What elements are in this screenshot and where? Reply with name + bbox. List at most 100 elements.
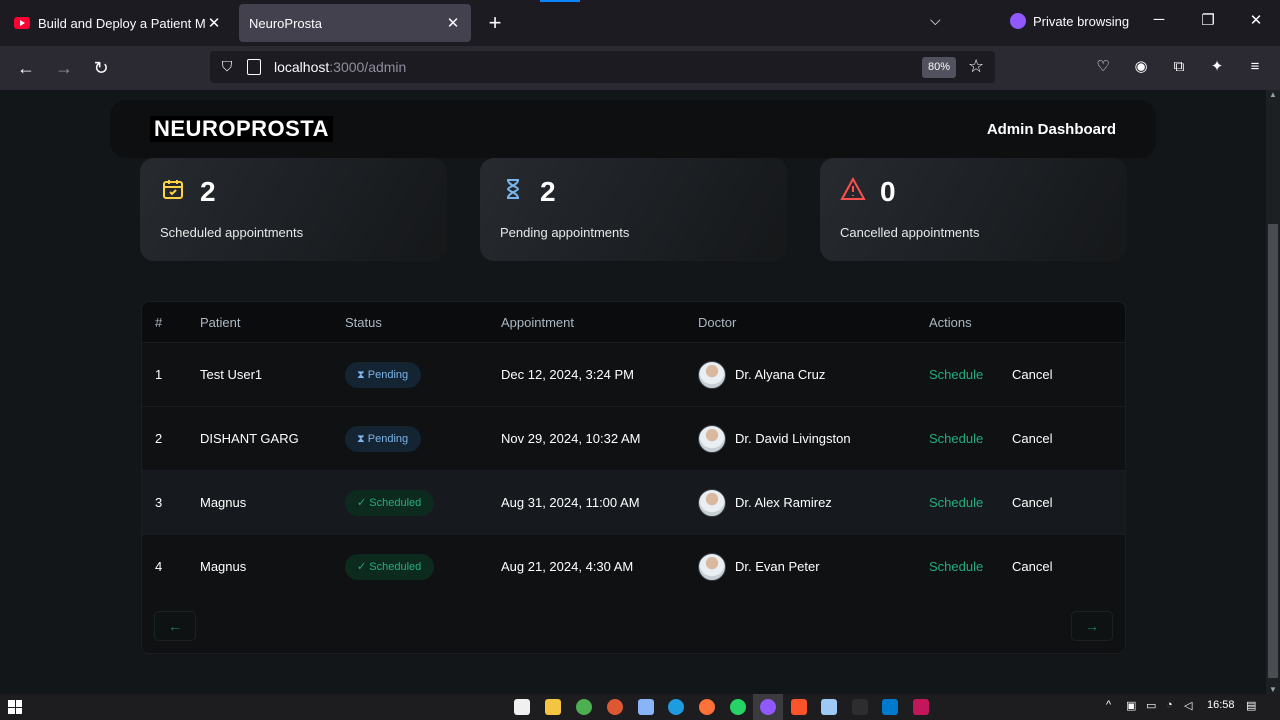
cancel-button[interactable]: Cancel — [1012, 431, 1052, 446]
patient-name: Magnus — [200, 495, 247, 510]
new-tab-button[interactable]: + — [484, 10, 506, 36]
duckduckgo-icon[interactable] — [607, 699, 623, 715]
address-bar[interactable]: ⛉ localhost:3000/admin — [210, 51, 995, 83]
close-tab-icon[interactable]: ✕ — [206, 14, 222, 32]
previous-page-button[interactable]: ← — [154, 611, 196, 641]
stat-label: Pending appointments — [500, 225, 630, 240]
appointment-date: Aug 31, 2024, 11:00 AM — [501, 495, 640, 510]
page-info-icon[interactable] — [247, 59, 261, 75]
file-explorer-icon[interactable] — [545, 699, 561, 715]
notepad-icon[interactable] — [821, 699, 837, 715]
wifi-icon[interactable]: ◔ — [1166, 699, 1173, 711]
notifications-icon[interactable]: ▤ — [1246, 699, 1256, 712]
vscode-icon[interactable] — [882, 699, 898, 715]
row-number: 4 — [155, 559, 163, 574]
library-app-icon[interactable] — [638, 699, 654, 715]
taskbar-app-icon[interactable] — [514, 699, 530, 715]
next-page-button[interactable]: → — [1071, 611, 1113, 641]
firefox-icon[interactable] — [699, 699, 715, 715]
col-header-patient: Patient — [200, 315, 241, 330]
col-header-appointment: Appointment — [501, 315, 574, 330]
status-badge: ⧗ Pending — [345, 362, 422, 388]
terminal-icon[interactable] — [852, 699, 868, 715]
close-tab-icon[interactable]: ✕ — [445, 14, 461, 32]
private-label: Private browsing — [1033, 13, 1130, 29]
clock-time[interactable]: 16:58 — [1207, 699, 1235, 711]
volume-icon[interactable]: ◁ — [1184, 699, 1192, 712]
youtube-icon — [14, 17, 30, 29]
bookmark-star-icon[interactable]: ☆ — [968, 56, 984, 77]
check-icon: ✓ — [357, 561, 370, 573]
schedule-button[interactable]: Schedule — [929, 431, 983, 446]
cancel-button[interactable]: Cancel — [1012, 367, 1052, 382]
row-number: 2 — [155, 431, 163, 446]
appointment-date: Dec 12, 2024, 3:24 PM — [501, 367, 634, 382]
show-hidden-icons[interactable]: ^ — [1106, 699, 1111, 711]
page-title: Admin Dashboard — [986, 121, 1116, 138]
page-scrollbar[interactable]: ▲ ▼ — [1266, 90, 1280, 694]
tray-app-icon[interactable]: ▣ — [1126, 699, 1136, 712]
status-badge: ✓ Scheduled — [345, 490, 435, 516]
restore-button[interactable]: ❐ — [1196, 11, 1220, 35]
tab-neuroprosta[interactable]: NeuroProsta ✕ — [239, 4, 471, 42]
stat-label: Scheduled appointments — [160, 225, 304, 240]
taskbar-app-icon[interactable] — [913, 699, 929, 715]
col-header-status: Status — [345, 315, 382, 330]
windows-start-icon[interactable] — [8, 700, 22, 714]
stat-card-cancelled: 0 Cancelled appointments — [820, 158, 1127, 261]
doctor-name: Dr. Alex Ramirez — [735, 495, 832, 510]
app-logo[interactable]: NEUROPROSTA — [150, 116, 333, 142]
tab-title: Build and Deploy a Patient Mana — [38, 15, 206, 31]
hourglass-icon — [500, 177, 526, 203]
col-header-number: # — [155, 315, 163, 330]
edge-icon[interactable] — [668, 699, 684, 715]
patient-name: Test User1 — [200, 367, 263, 382]
check-icon: ✓ — [357, 497, 370, 509]
row-number: 3 — [155, 495, 163, 510]
list-all-tabs-icon[interactable]: ⌵ — [930, 12, 948, 32]
close-window-button[interactable]: ✕ — [1244, 11, 1268, 35]
schedule-button[interactable]: Schedule — [929, 559, 983, 574]
url-text[interactable]: localhost:3000/admin — [274, 59, 406, 75]
schedule-button[interactable]: Schedule — [929, 495, 983, 510]
stat-count: 2 — [540, 176, 556, 207]
cancel-button[interactable]: Cancel — [1012, 559, 1052, 574]
hourglass-icon: ⧗ — [357, 433, 368, 445]
account-icon[interactable]: ◉ — [1132, 58, 1150, 76]
table-row: 4 Magnus ✓ Scheduled Aug 21, 2024, 4:30 … — [142, 534, 1125, 598]
tab-youtube[interactable]: Build and Deploy a Patient Mana ✕ — [4, 4, 232, 42]
stat-card-scheduled: 2 Scheduled appointments — [140, 158, 447, 261]
status-badge: ⧗ Pending — [345, 426, 422, 452]
calendar-check-icon — [160, 177, 186, 203]
back-button[interactable]: ← — [14, 56, 38, 80]
tracking-protection-icon[interactable]: ⛉ — [218, 58, 236, 76]
page-content: NEUROPROSTA Admin Dashboard 2 Scheduled … — [0, 90, 1266, 694]
patient-name: DISHANT GARG — [200, 431, 299, 446]
scroll-down-icon[interactable]: ▼ — [1268, 685, 1278, 694]
minimize-button[interactable]: ─ — [1147, 11, 1171, 35]
schedule-button[interactable]: Schedule — [929, 367, 983, 382]
scrollbar-thumb[interactable] — [1268, 224, 1278, 678]
extension-addon-icon[interactable]: ✦ — [1208, 58, 1226, 76]
chrome-icon[interactable] — [576, 699, 592, 715]
tab-loading-indicator — [540, 0, 580, 2]
table-row: 2 DISHANT GARG ⧗ Pending Nov 29, 2024, 1… — [142, 406, 1125, 470]
reload-button[interactable]: ↻ — [89, 56, 113, 80]
forward-button[interactable]: → — [52, 56, 76, 80]
whatsapp-icon[interactable] — [730, 699, 746, 715]
pocket-icon[interactable]: ♡ — [1094, 58, 1112, 76]
status-badge: ✓ Scheduled — [345, 554, 435, 580]
stat-count: 0 — [880, 176, 896, 207]
brave-icon[interactable] — [791, 699, 807, 715]
menu-icon[interactable]: ≡ — [1246, 58, 1264, 76]
doctor-name: Dr. Evan Peter — [735, 559, 820, 574]
table-row: 1 Test User1 ⧗ Pending Dec 12, 2024, 3:2… — [142, 342, 1125, 406]
cancel-button[interactable]: Cancel — [1012, 495, 1052, 510]
scroll-up-icon[interactable]: ▲ — [1268, 90, 1278, 99]
tab-title: NeuroProsta — [249, 15, 322, 31]
firefox-private-icon[interactable] — [760, 699, 776, 715]
battery-icon[interactable]: ▭ — [1146, 699, 1156, 712]
appointment-date: Aug 21, 2024, 4:30 AM — [501, 559, 634, 574]
zoom-level-button[interactable]: 80% — [922, 57, 956, 78]
extensions-icon[interactable]: ⧉ — [1170, 58, 1188, 76]
